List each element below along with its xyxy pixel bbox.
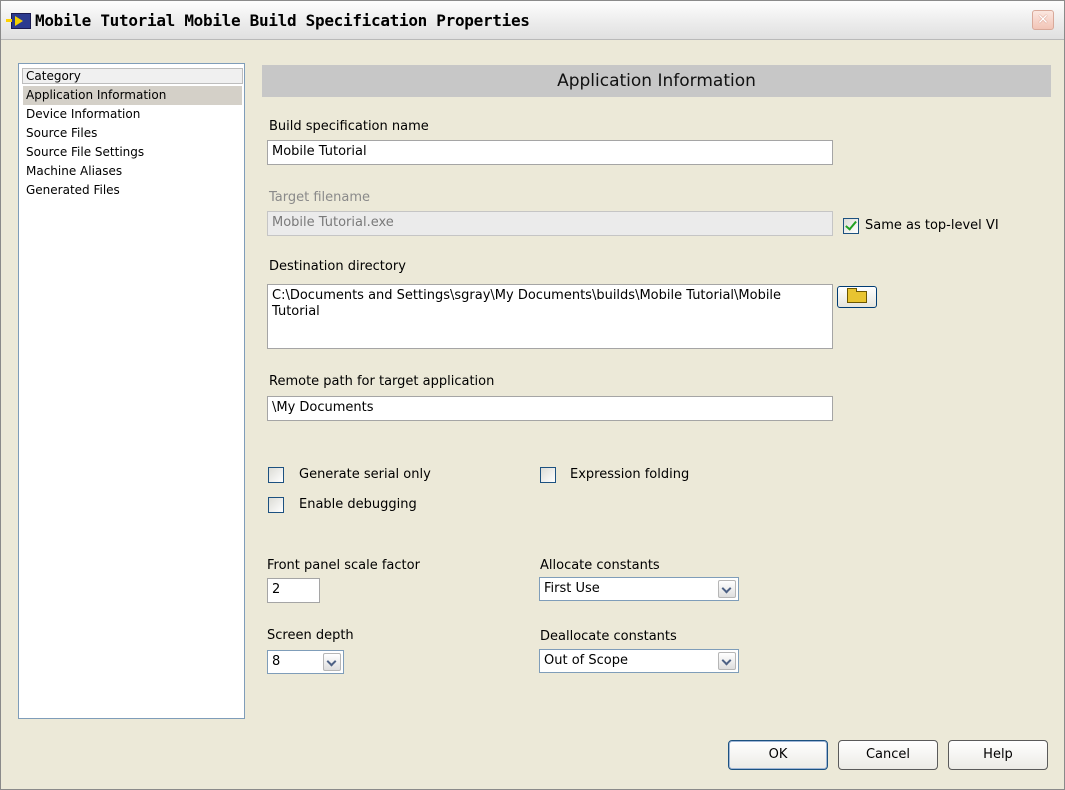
category-item-machine-aliases[interactable]: Machine Aliases [23, 162, 242, 181]
target-filename-label: Target filename [269, 190, 371, 205]
chevron-down-icon[interactable] [323, 653, 341, 671]
title-bar[interactable]: Mobile Tutorial Mobile Build Specificati… [1, 1, 1064, 40]
enable-debugging-label: Enable debugging [299, 497, 417, 512]
browse-folder-button[interactable] [837, 286, 877, 308]
help-button[interactable]: Help [948, 740, 1048, 770]
enable-debugging-checkbox[interactable] [268, 497, 284, 513]
remote-path-label: Remote path for target application [269, 374, 495, 389]
open-folder-icon [847, 288, 867, 303]
generate-serial-only-label: Generate serial only [299, 467, 431, 482]
close-button[interactable]: ✕ [1032, 10, 1054, 30]
category-item-source-file-settings[interactable]: Source File Settings [23, 143, 242, 162]
section-title: Application Information [262, 65, 1051, 97]
screen-depth-select[interactable]: 8 [267, 650, 344, 674]
chevron-down-icon[interactable] [718, 580, 736, 598]
deallocate-constants-label: Deallocate constants [540, 629, 677, 644]
cancel-button[interactable]: Cancel [838, 740, 938, 770]
scale-factor-input[interactable]: 2 [267, 578, 320, 603]
chevron-down-icon[interactable] [718, 652, 736, 670]
expression-folding-label: Expression folding [570, 467, 690, 482]
close-x-icon: ✕ [1037, 12, 1049, 28]
category-item-application-information[interactable]: Application Information [23, 86, 242, 105]
scale-factor-label: Front panel scale factor [267, 558, 420, 573]
generate-serial-only-checkbox[interactable] [268, 467, 284, 483]
properties-dialog: Mobile Tutorial Mobile Build Specificati… [0, 0, 1065, 790]
destination-directory-input[interactable]: C:\Documents and Settings\sgray\My Docum… [267, 284, 833, 349]
allocate-constants-select[interactable]: First Use [539, 577, 739, 601]
same-as-top-level-label: Same as top-level VI [865, 218, 999, 233]
same-as-top-level-checkbox[interactable] [843, 218, 859, 234]
screen-depth-label: Screen depth [267, 628, 354, 643]
build-name-input[interactable]: Mobile Tutorial [267, 140, 833, 165]
labview-run-arrow-icon [6, 13, 31, 29]
category-item-generated-files[interactable]: Generated Files [23, 181, 242, 200]
deallocate-constants-select[interactable]: Out of Scope [539, 649, 739, 673]
category-list: Category Application Information Device … [18, 63, 245, 719]
allocate-constants-value: First Use [544, 581, 600, 596]
category-header: Category [22, 68, 243, 84]
window-title: Mobile Tutorial Mobile Build Specificati… [35, 11, 530, 30]
category-item-device-information[interactable]: Device Information [23, 105, 242, 124]
screen-depth-value: 8 [272, 654, 281, 669]
target-filename-input: Mobile Tutorial.exe [267, 211, 833, 236]
deallocate-constants-value: Out of Scope [544, 653, 628, 668]
category-item-source-files[interactable]: Source Files [23, 124, 242, 143]
remote-path-input[interactable]: \My Documents [267, 396, 833, 421]
expression-folding-checkbox[interactable] [540, 467, 556, 483]
allocate-constants-label: Allocate constants [540, 558, 660, 573]
ok-button[interactable]: OK [728, 740, 828, 770]
destination-directory-label: Destination directory [269, 259, 406, 274]
build-name-label: Build specification name [269, 119, 429, 134]
